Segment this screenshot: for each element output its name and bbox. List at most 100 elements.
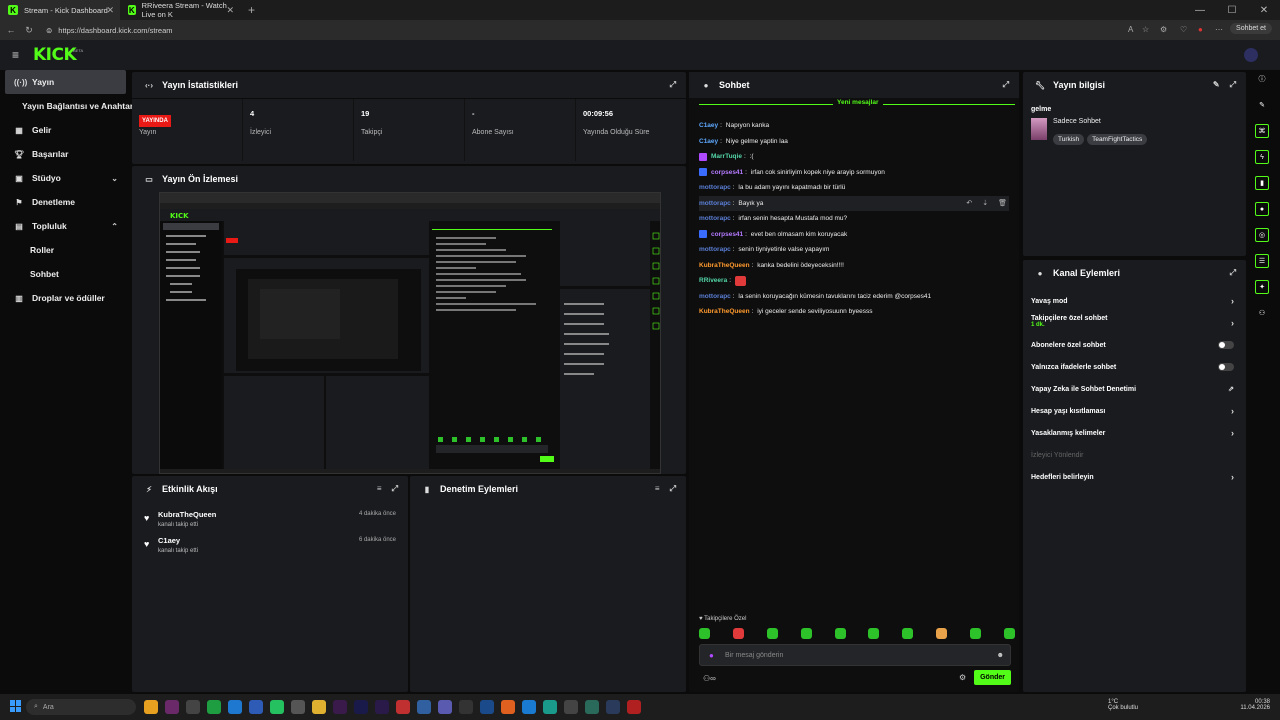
url-bar[interactable]: ⊜ https://dashboard.kick.com/stream — [46, 26, 1096, 35]
sidebar-item-sohbet[interactable]: Sohbet — [0, 262, 130, 286]
expand-icon[interactable]: ⤢ — [670, 80, 676, 90]
taskbar-search[interactable]: ⌕ Ara — [26, 699, 136, 715]
add-widget-icon[interactable]: ⚇ — [1255, 306, 1269, 320]
menu-icon[interactable]: ≡ — [12, 48, 19, 62]
app-icon[interactable] — [480, 700, 494, 714]
undo-icon[interactable]: ↶ — [966, 199, 972, 207]
app-icon[interactable] — [249, 700, 263, 714]
expand-icon[interactable]: ⤢ — [392, 484, 398, 494]
app-icon[interactable] — [585, 700, 599, 714]
quick-action-1-icon[interactable]: ⌘ — [1255, 124, 1269, 138]
whatsapp-icon[interactable] — [270, 700, 284, 714]
chat-username[interactable]: mottorapc — [699, 293, 731, 300]
emote-icon[interactable] — [766, 628, 778, 639]
chat-username[interactable]: corpses41 — [711, 169, 743, 176]
chat-username[interactable]: mottorapc — [699, 246, 731, 253]
chat-username[interactable]: C1aey — [699, 138, 718, 145]
emoji-icon[interactable]: ☻ — [997, 652, 1004, 659]
clock[interactable]: 00:38 11.04.2026 — [1240, 699, 1270, 711]
trash-icon[interactable]: 🗑︎ — [998, 199, 1007, 207]
premiere-icon[interactable] — [354, 700, 368, 714]
chat-username[interactable]: corpses41 — [711, 231, 743, 238]
send-button[interactable]: Gönder — [974, 670, 1011, 685]
app-icon[interactable] — [291, 700, 305, 714]
chat-username[interactable]: RRiveera — [699, 277, 727, 284]
refresh-icon[interactable]: ↻ — [22, 25, 36, 36]
chat-username[interactable]: mottorapc — [699, 184, 731, 191]
back-icon[interactable]: ← — [4, 25, 18, 35]
filter-icon[interactable]: ≡ — [655, 484, 660, 494]
chat-username[interactable]: KubraTheQueen — [699, 308, 750, 315]
info-icon[interactable]: ⓘ — [1255, 72, 1269, 86]
teams-icon[interactable] — [438, 700, 452, 714]
list-icon[interactable]: ☰ — [1255, 254, 1269, 268]
app-icon[interactable] — [417, 700, 431, 714]
new-tab-icon[interactable]: + — [248, 3, 255, 17]
app-icon[interactable] — [459, 700, 473, 714]
set-goals-item[interactable]: Hedefleri belirleyin › — [1023, 466, 1246, 488]
file-explorer-icon[interactable] — [312, 700, 326, 714]
emote-icon[interactable] — [732, 628, 744, 639]
chat-username[interactable]: mottorapc — [699, 200, 731, 207]
vscode-icon[interactable] — [522, 700, 536, 714]
expand-icon[interactable]: ⤢ — [1230, 268, 1236, 278]
app-icon[interactable] — [396, 700, 410, 714]
filter-icon[interactable]: ≡ — [377, 484, 382, 494]
read-aloud-icon[interactable]: A — [1128, 25, 1133, 34]
chat-username[interactable]: C1aey — [699, 122, 718, 129]
broadcast-icon[interactable]: ◎ — [1255, 228, 1269, 242]
emote-icon[interactable] — [834, 628, 846, 639]
subscribers-only-toggle[interactable] — [1218, 341, 1234, 349]
chat-tools-icon[interactable]: ⚇∞ — [703, 674, 716, 683]
minimize-icon[interactable]: — — [1184, 0, 1216, 20]
sidebar-item-basarilar[interactable]: 🏆︎ Başarılar — [0, 142, 130, 166]
sidebar-item-gelir[interactable]: ▦ Gelir — [0, 118, 130, 142]
favorites-bar-icon[interactable]: ♡ — [1180, 25, 1187, 34]
chat-username[interactable]: MarrTuqie — [711, 153, 742, 160]
browser-tab-kick-dashboard[interactable]: K Stream - Kick Dashboard ✕ — [0, 0, 120, 20]
app-icon[interactable] — [333, 700, 347, 714]
close-tab-icon[interactable]: ✕ — [226, 5, 234, 16]
emote-icon[interactable] — [970, 628, 981, 639]
expand-icon[interactable]: ⤢ — [1230, 80, 1236, 90]
lightning-icon[interactable]: ϟ — [1255, 150, 1269, 164]
chat-message-input[interactable]: ● Bir mesaj gönderin ☻ — [699, 644, 1011, 666]
emote-icon[interactable] — [1003, 628, 1015, 639]
app-icon[interactable] — [144, 700, 158, 714]
slow-mode-item[interactable]: Yavaş mod › — [1023, 290, 1246, 312]
edge-icon[interactable] — [543, 700, 557, 714]
site-info-icon[interactable]: ⊜ — [46, 26, 52, 35]
kick-logo[interactable]: KICK — [33, 45, 77, 65]
windows-start-icon[interactable] — [10, 700, 22, 712]
emote-icon[interactable] — [699, 628, 710, 639]
mic-icon[interactable]: ● — [709, 651, 714, 660]
close-tab-icon[interactable]: ✕ — [106, 5, 114, 16]
ai-moderation-item[interactable]: Yapay Zeka ile Sohbet Denetimi ⇗ — [1023, 378, 1246, 400]
document-icon[interactable]: ▮ — [1255, 176, 1269, 190]
emote-icon[interactable] — [936, 628, 948, 639]
weather-widget[interactable]: 1°C Çok bulutlu — [1108, 699, 1138, 711]
favorite-icon[interactable]: ☆ — [1142, 25, 1149, 34]
emote-icon[interactable] — [800, 628, 812, 639]
settings-icon[interactable]: ⚙ — [959, 673, 966, 682]
sidebar-item-topluluk[interactable]: ▤ Topluluk ⌃ — [0, 214, 130, 238]
account-age-item[interactable]: Hesap yaşı kısıtlaması › — [1023, 400, 1246, 422]
emote-icon[interactable] — [868, 628, 880, 639]
more-icon[interactable]: ⋯ — [1215, 25, 1223, 34]
emote-only-toggle[interactable] — [1218, 363, 1234, 371]
wrench-icon[interactable]: ✦ — [1255, 280, 1269, 294]
app-icon[interactable] — [186, 700, 200, 714]
sidebar-item-denetleme[interactable]: ⚑ Denetleme — [0, 190, 130, 214]
extensions-icon[interactable]: ⚙ — [1160, 25, 1167, 34]
sidebar-item-stream-key[interactable]: Yayın Bağlantısı ve Anahtarı — [0, 94, 136, 118]
user-avatar[interactable] — [1244, 48, 1258, 62]
app-icon[interactable] — [228, 700, 242, 714]
after-effects-icon[interactable] — [375, 700, 389, 714]
pin-icon[interactable]: ⇣ — [982, 199, 988, 207]
browser-tab-rriveera-stream[interactable]: K RRiveera Stream - Watch Live on K ✕ — [120, 0, 240, 20]
pencil-icon[interactable]: ✎ — [1255, 98, 1269, 112]
edit-icon[interactable]: ✎ — [1213, 80, 1220, 90]
copilot-chat-button[interactable]: Sohbet et — [1230, 23, 1272, 34]
maximize-icon[interactable]: ☐ — [1216, 0, 1248, 20]
followers-only-chat-item[interactable]: Takipçilere özel sohbet 1 dk. › — [1023, 312, 1246, 334]
